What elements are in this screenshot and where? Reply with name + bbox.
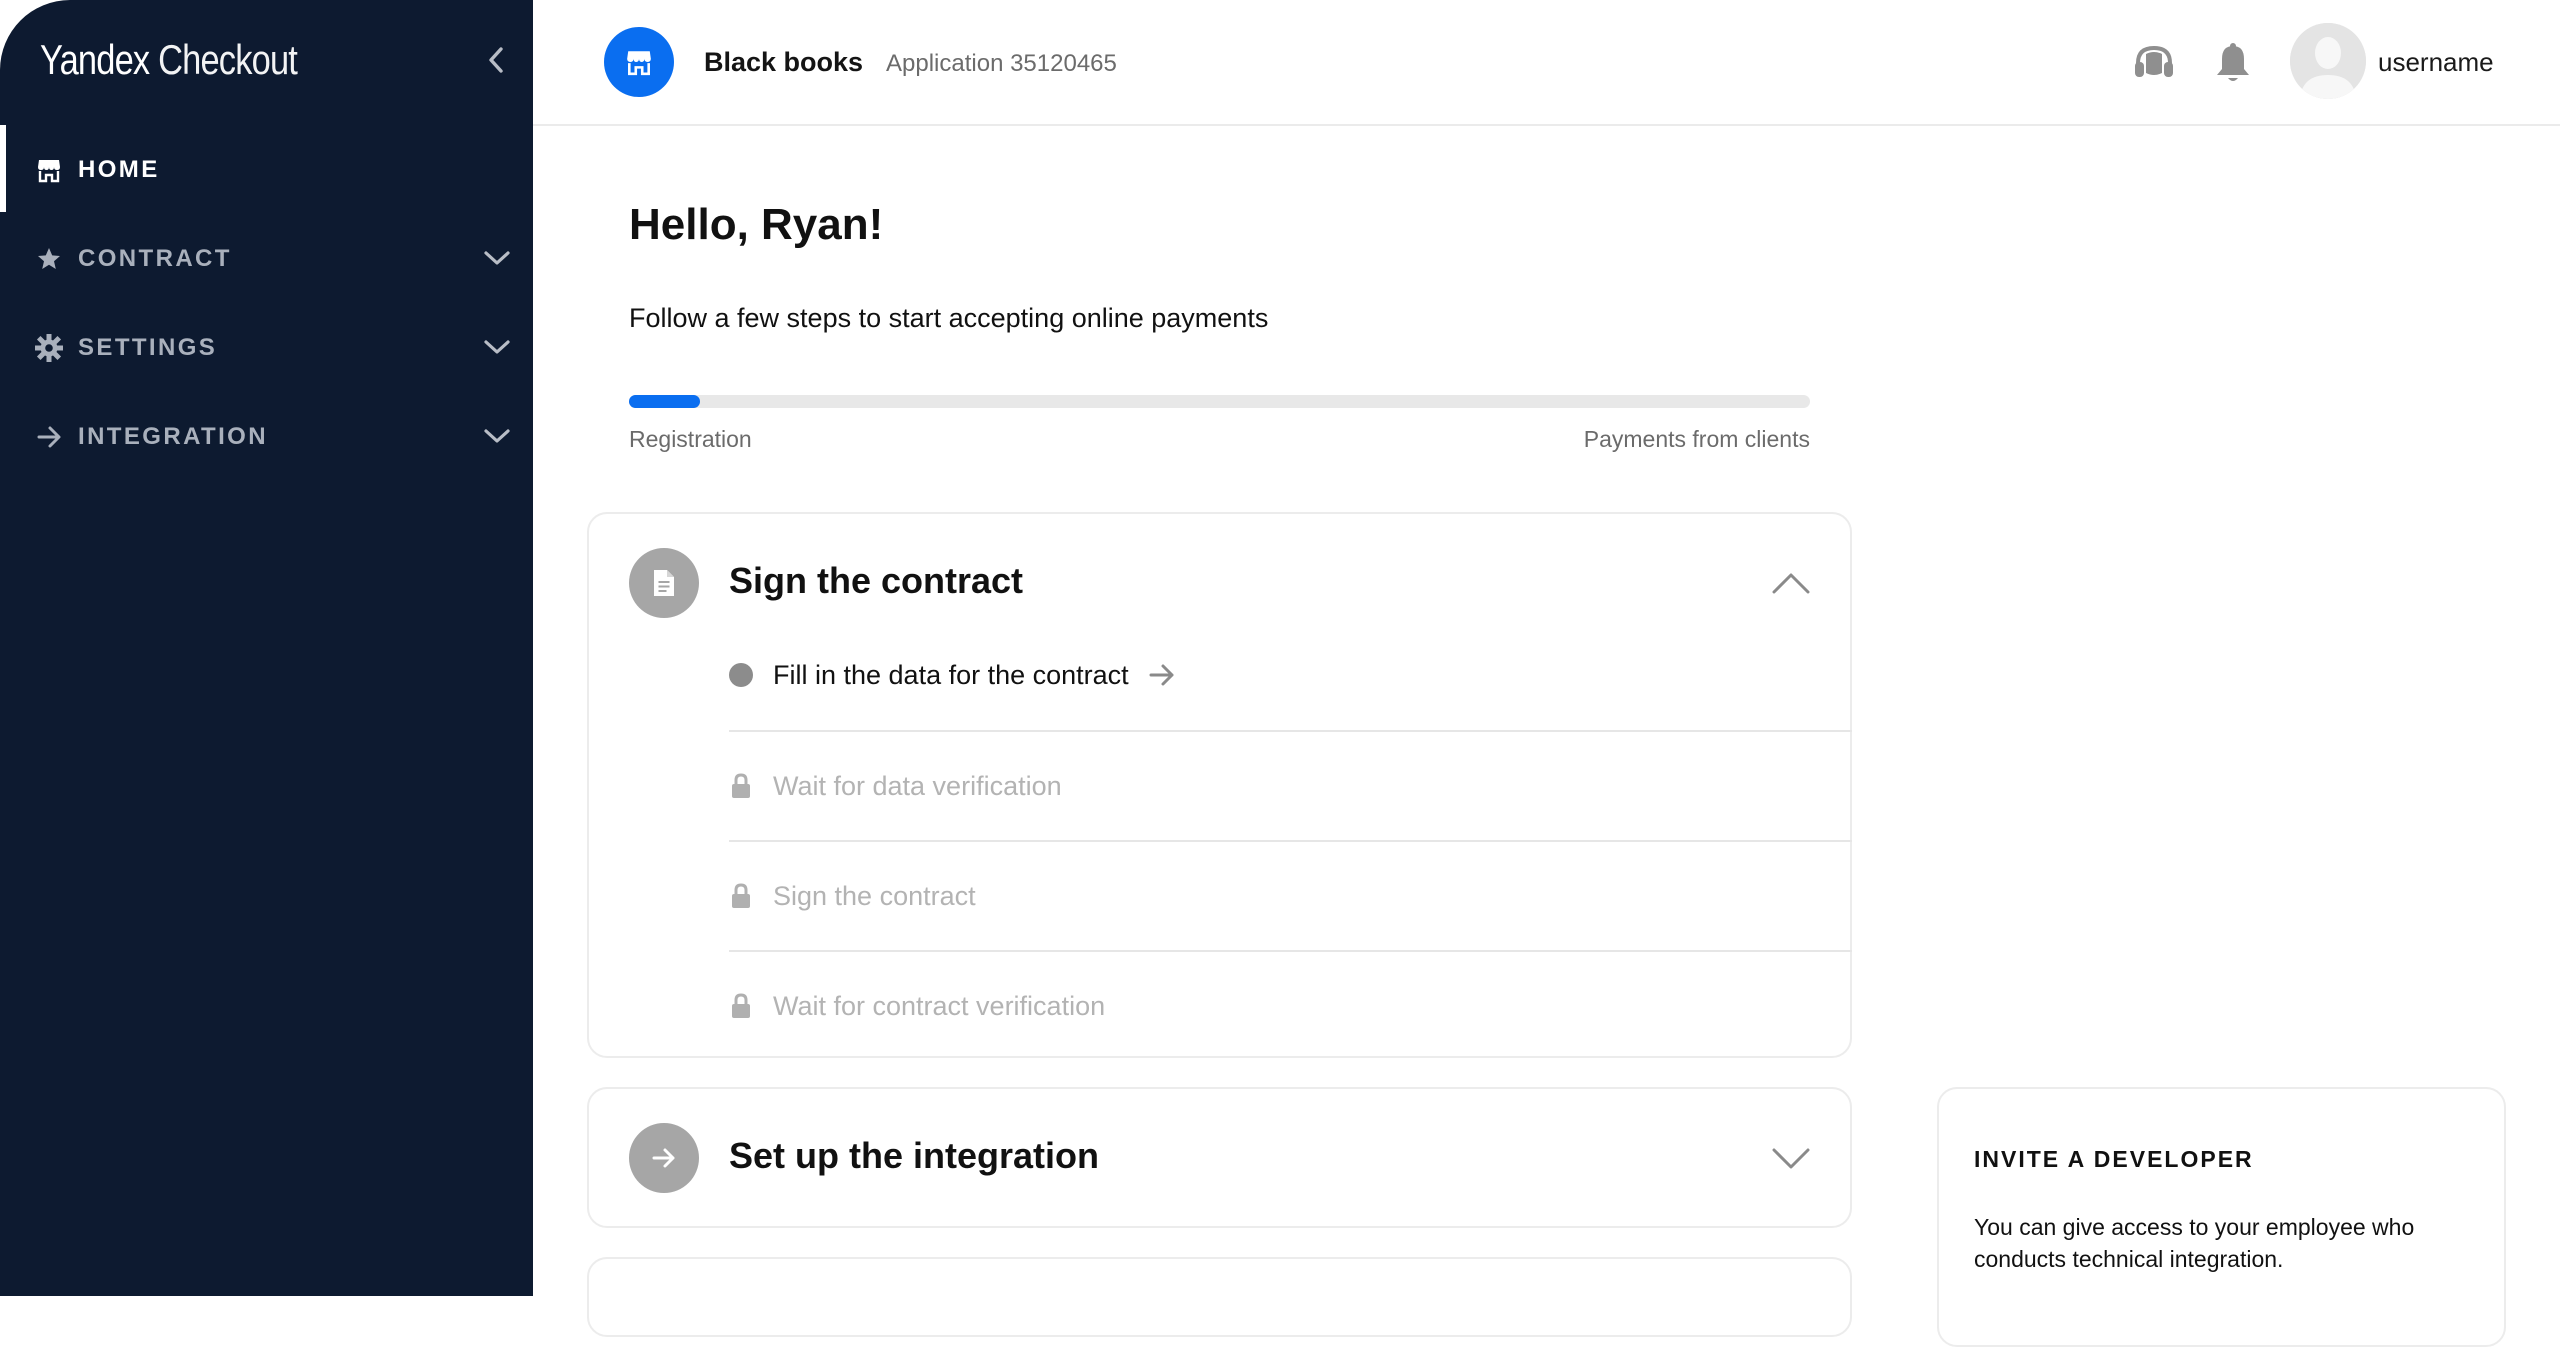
progress-end-label: Payments from clients <box>1583 426 1810 452</box>
collapse-sidebar-button[interactable] <box>480 44 512 76</box>
arrow-right-icon <box>34 422 64 452</box>
invite-developer-panel: INVITE A DEVELOPER You can give access t… <box>1937 1087 2506 1347</box>
substep-label: Wait for data verification <box>773 770 1062 801</box>
chevron-down-icon[interactable] <box>482 421 512 451</box>
step-badge <box>629 1123 699 1193</box>
star-icon <box>34 244 64 274</box>
substep-label: Sign the contract <box>773 880 976 911</box>
step-badge <box>629 548 699 618</box>
sidebar-item-label: SETTINGS <box>78 333 218 361</box>
brand-word-checkout: Checkout <box>158 36 298 83</box>
sidebar-item-home[interactable]: HOME <box>0 125 533 214</box>
chevron-down-icon[interactable] <box>482 332 512 362</box>
top-header: Black books Application 35120465 usernam… <box>533 0 2560 126</box>
sidebar-nav: HOME CONTRACT SETTINGS INTEGRATION <box>0 125 533 481</box>
sidebar-item-integration[interactable]: INTEGRATION <box>0 392 533 481</box>
step-card-next[interactable] <box>587 1257 1852 1337</box>
sidebar-item-contract[interactable]: CONTRACT <box>0 214 533 303</box>
lock-icon <box>729 773 753 798</box>
progress-start-label: Registration <box>629 426 752 452</box>
substep-sign-contract: Sign the contract <box>729 840 1852 950</box>
sidebar-item-label: CONTRACT <box>78 244 232 272</box>
application-id: Application 35120465 <box>886 50 1117 77</box>
sidebar-item-label: INTEGRATION <box>78 422 268 450</box>
arrow-right-icon <box>652 1148 675 1168</box>
user-silhouette-icon <box>2290 23 2366 99</box>
store-icon <box>627 51 651 76</box>
avatar[interactable] <box>2290 23 2366 99</box>
store-icon <box>34 155 64 185</box>
substep-label: Wait for contract verification <box>773 990 1106 1021</box>
support-button[interactable] <box>2131 40 2177 86</box>
page-subtitle: Follow a few steps to start accepting on… <box>629 303 1269 333</box>
step-card-sign-contract: Sign the contract Fill in the data for t… <box>587 512 1852 1058</box>
sidebar-item-settings[interactable]: SETTINGS <box>0 303 533 392</box>
invite-title: INVITE A DEVELOPER <box>1974 1146 2254 1172</box>
gear-icon <box>34 333 64 363</box>
lock-icon <box>729 883 753 908</box>
substep-label: Fill in the data for the contract <box>773 659 1129 690</box>
collapse-step-button[interactable] <box>1769 561 1813 605</box>
brand-logo[interactable]: Yandex Checkout <box>40 36 353 96</box>
substep-wait-contract-verification: Wait for contract verification <box>729 950 1852 1060</box>
step-card-integration[interactable]: Set up the integration <box>587 1087 1852 1228</box>
bell-icon <box>2217 43 2249 81</box>
chevron-down-icon[interactable] <box>482 243 512 273</box>
username[interactable]: username <box>2378 47 2494 78</box>
brand-word-yandex: Yandex <box>40 36 150 83</box>
step-title[interactable]: Set up the integration <box>729 1135 1099 1177</box>
arrow-right-icon <box>1147 660 1177 690</box>
onboarding-progress-bar <box>629 395 1810 408</box>
notifications-button[interactable] <box>2210 40 2256 86</box>
progress-fill <box>629 395 700 408</box>
lock-icon <box>729 993 753 1018</box>
page-title: Hello, Ryan! <box>629 200 884 249</box>
chevron-left-icon <box>489 47 503 73</box>
headset-icon <box>2135 45 2173 77</box>
step-title[interactable]: Sign the contract <box>729 560 1023 602</box>
chevron-down-icon <box>1772 1148 1810 1169</box>
substep-fill-contract-data[interactable]: Fill in the data for the contract <box>729 620 1852 730</box>
invite-description: You can give access to your employee who… <box>1974 1214 2415 1272</box>
sidebar-item-label: HOME <box>78 155 160 183</box>
document-icon <box>654 570 674 596</box>
chevron-up-icon <box>1772 573 1810 594</box>
expand-step-button[interactable] <box>1769 1137 1813 1181</box>
sidebar: Yandex Checkout HOME CONTRACT SETTINGS I… <box>0 0 533 1296</box>
shop-name[interactable]: Black books <box>704 47 863 78</box>
status-dot <box>729 663 753 687</box>
shop-logo[interactable] <box>604 27 674 97</box>
substep-wait-data-verification: Wait for data verification <box>729 730 1852 840</box>
